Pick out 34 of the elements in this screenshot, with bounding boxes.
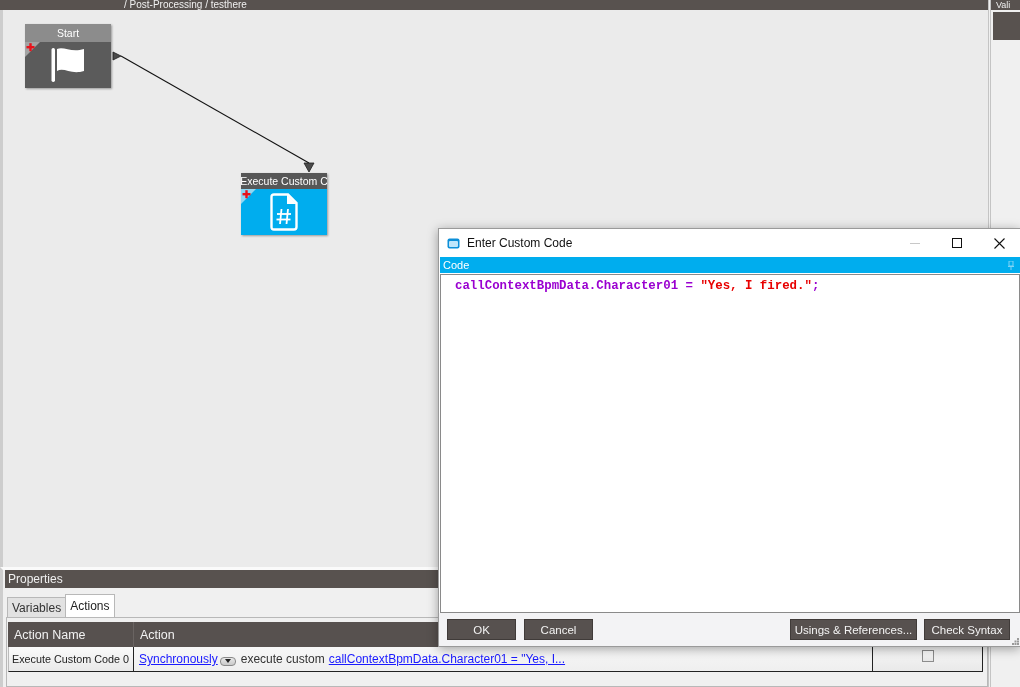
cell-text: execute custom (240, 652, 325, 666)
close-icon (993, 237, 1005, 249)
check-syntax-button[interactable]: Check Syntax (924, 619, 1010, 640)
checkbox[interactable] (921, 650, 934, 662)
code-editor[interactable]: callContextBpmData.Character01 = "Yes, I fired."; (440, 274, 1020, 613)
resize-grip-icon[interactable] (1012, 638, 1019, 645)
pin-icon[interactable] (1008, 260, 1014, 270)
dropdown-button[interactable] (219, 656, 236, 666)
section-title: Code (443, 259, 470, 271)
usings-references-button[interactable]: Usings & References... (790, 619, 917, 640)
link[interactable]: Synchronously (139, 652, 218, 666)
window-icon (447, 237, 460, 249)
add-plus-icon[interactable] (241, 189, 256, 204)
flag-icon (51, 47, 85, 83)
hash-document-icon (269, 193, 299, 231)
breadcrumb-text: / Post-Processing / testhere (124, 0, 247, 10)
tab[interactable]: Variables (7, 597, 67, 617)
minimize-icon (910, 242, 920, 244)
panel-title: Properties (8, 572, 63, 586)
cancel-button[interactable]: Cancel (524, 619, 593, 640)
ok-button[interactable]: OK (447, 619, 516, 640)
add-plus-icon[interactable] (25, 42, 40, 57)
column-header: Action Name (8, 622, 134, 647)
tab[interactable]: Actions (65, 594, 115, 617)
dialog-title: Enter Custom Code (467, 236, 574, 250)
node-title: Execute Custom C (241, 174, 327, 188)
maximize-icon (952, 238, 962, 248)
table-cell: Execute Custom Code 0 (8, 647, 134, 672)
panel-toolbar (993, 12, 1020, 40)
node-title: Start (56, 26, 80, 40)
panel-title: Vali (996, 0, 1011, 10)
link[interactable]: callContextBpmData.Character01 = "Yes, I... (328, 652, 566, 666)
code-line: callContextBpmData.Character01 = "Yes, I fired."; (455, 278, 821, 294)
caret-icon (224, 659, 231, 663)
